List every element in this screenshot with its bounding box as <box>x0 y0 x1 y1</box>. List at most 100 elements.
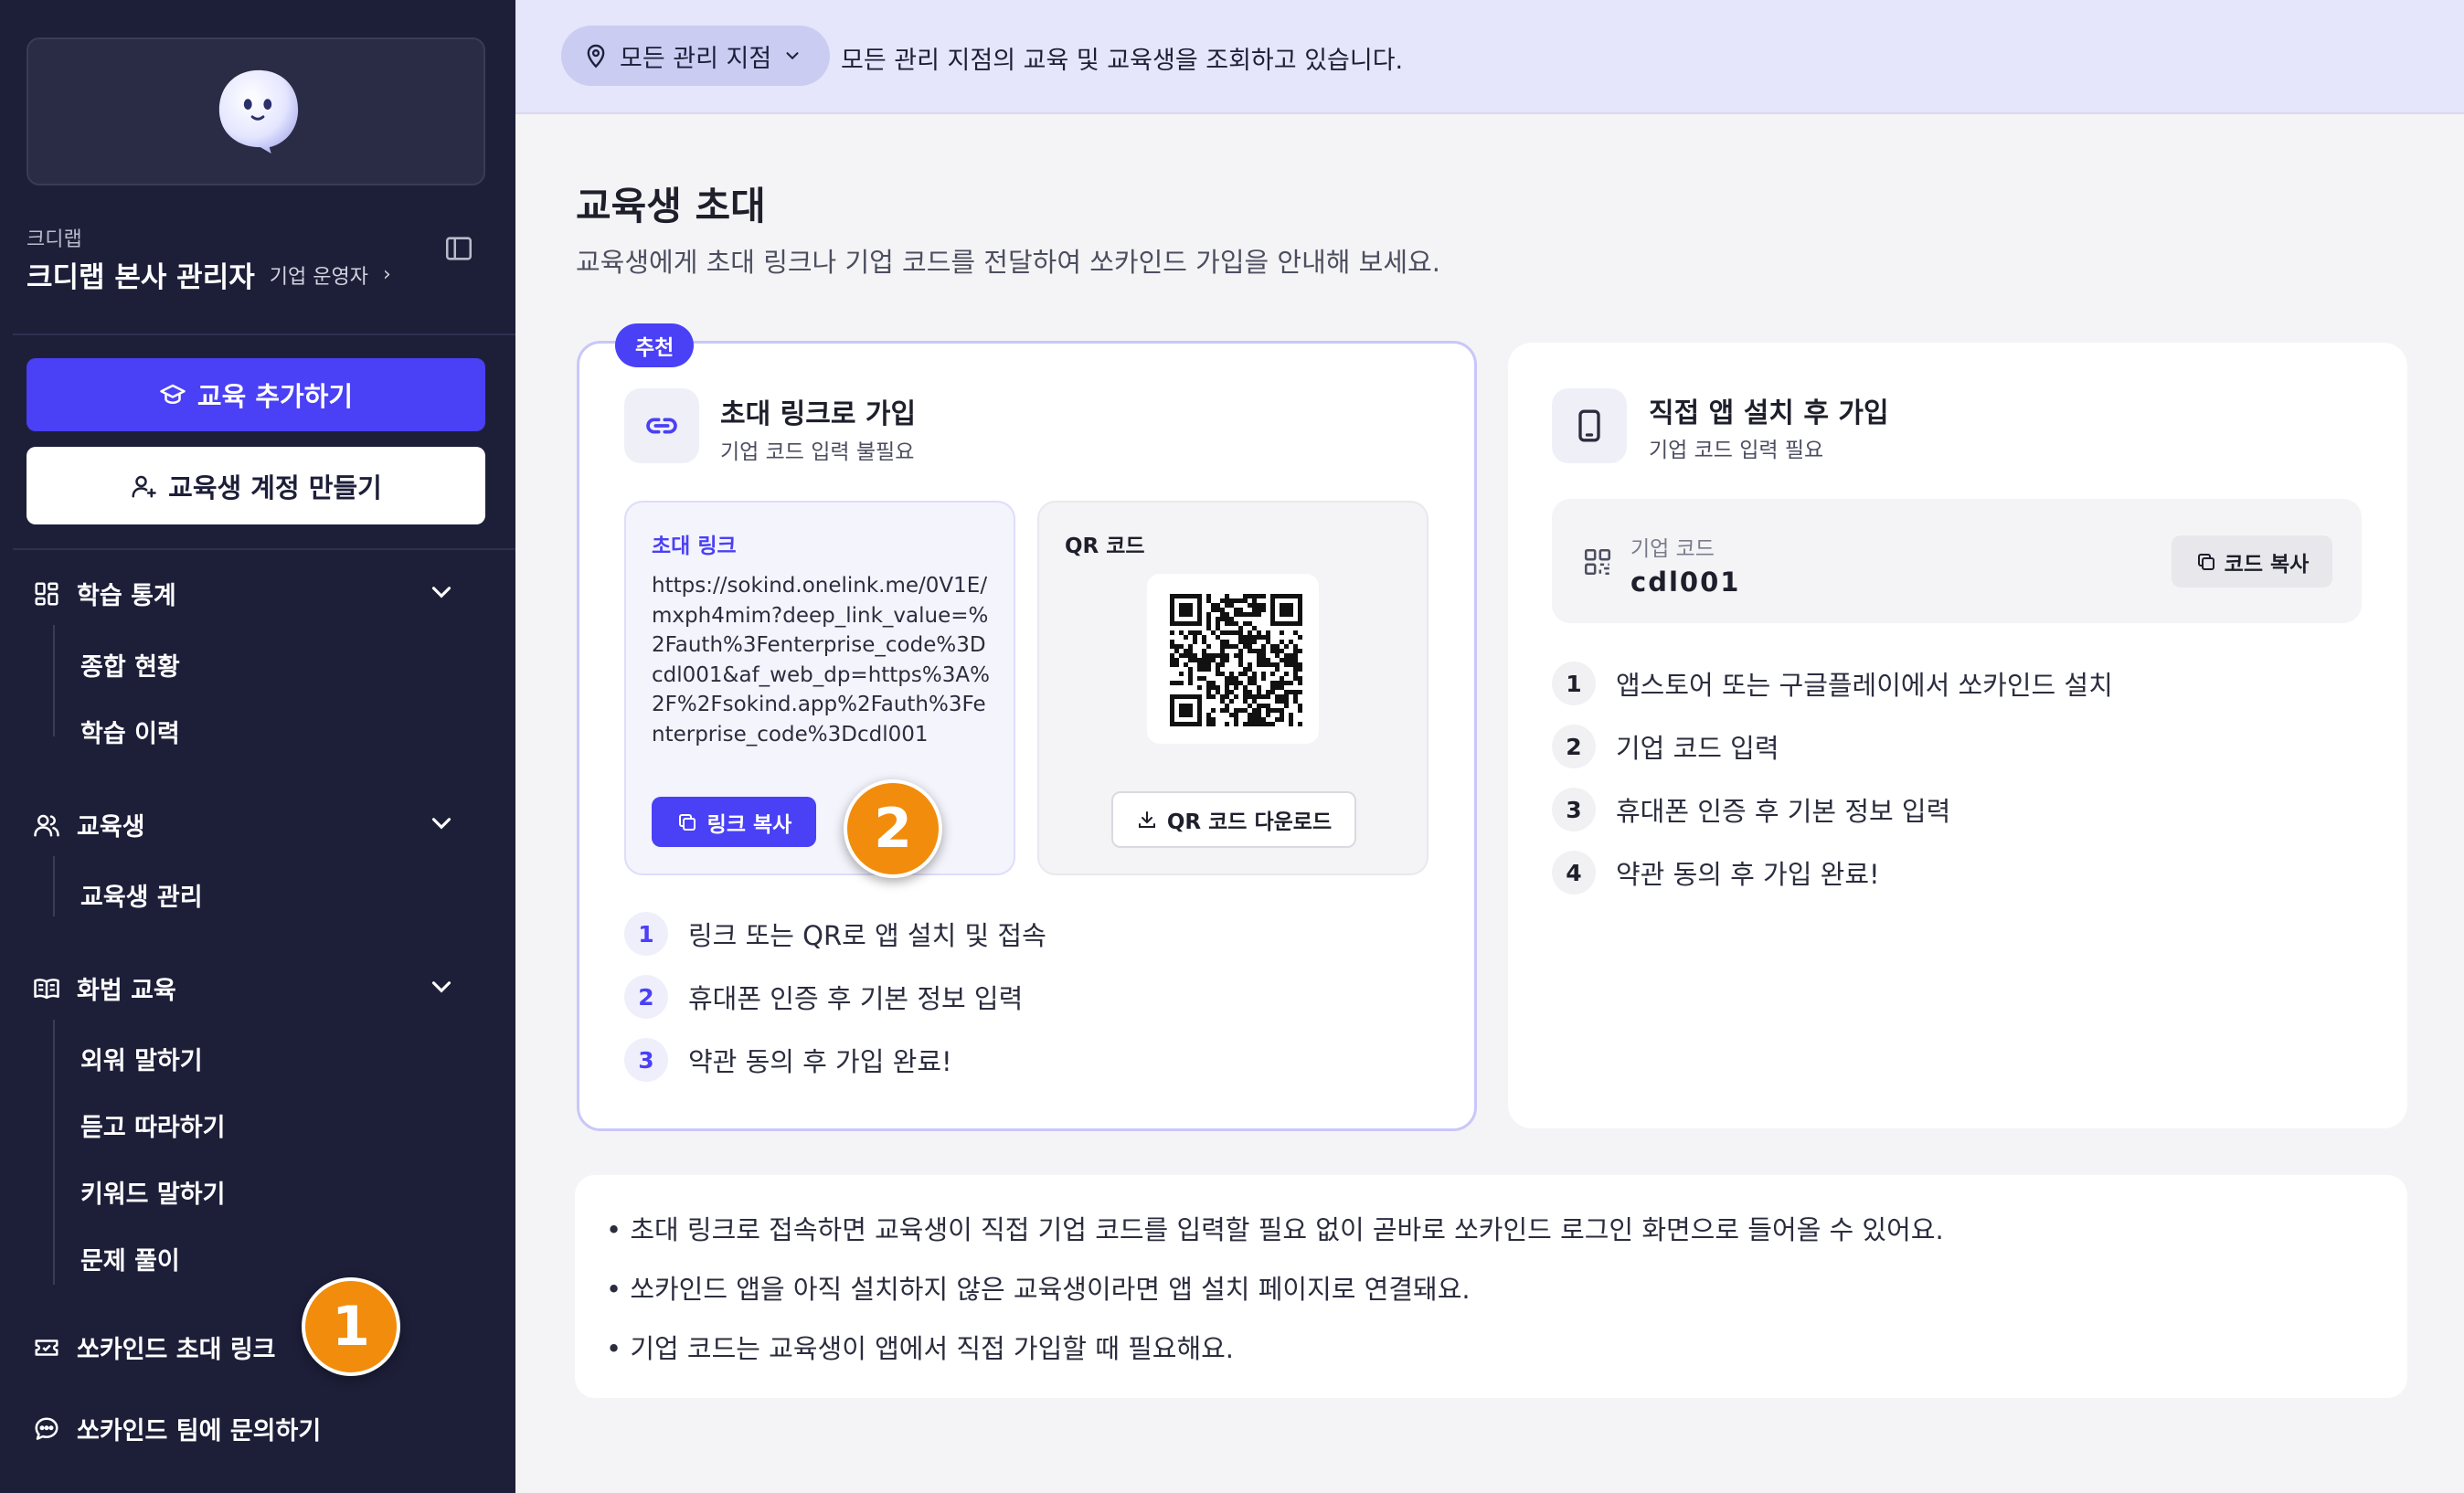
nav-invite-link-label: 쏘카인드 초대 링크 <box>77 1336 276 1364</box>
create-account-button[interactable]: 교육생 계정 만들기 <box>27 447 485 524</box>
step-marker-1: 1 <box>302 1277 400 1376</box>
nav-item-trainee-management[interactable]: 교육생 관리 <box>80 877 203 913</box>
invite-link-label: 초대 링크 <box>652 535 737 558</box>
chevron-down-icon <box>786 52 799 60</box>
info-note: • 초대 링크로 접속하면 교육생이 직접 기업 코드를 입력할 필요 없이 곧… <box>606 1214 1944 1245</box>
page-subtitle: 교육생에게 초대 링크나 기업 코드를 전달하여 쏘카인드 가입을 안내해 보세… <box>576 247 1440 278</box>
copy-icon <box>678 813 696 831</box>
step-number: 2 <box>624 975 668 1019</box>
step-text: 휴대폰 인증 후 기본 정보 입력 <box>1616 796 1951 827</box>
org-role: 기업 운영자 <box>269 265 368 289</box>
step-number: 1 <box>1552 662 1596 705</box>
app-step: 3 휴대폰 인증 후 기본 정보 입력 <box>1552 788 1950 831</box>
invite-step: 3 약관 동의 후 가입 완료! <box>624 1038 952 1082</box>
qr-small-icon <box>1584 548 1611 576</box>
add-education-label: 교육 추가하기 <box>196 381 354 412</box>
branch-selector-label: 모든 관리 지점 <box>620 44 772 73</box>
nav-section-label: 학습 통계 <box>77 582 176 610</box>
smartphone-icon <box>1578 409 1600 442</box>
enterprise-code-label: 기업 코드 <box>1630 537 1715 561</box>
nav-contact-label: 쏘카인드 팀에 문의하기 <box>77 1417 322 1445</box>
page-title: 교육생 초대 <box>576 184 766 228</box>
chevron-down-icon[interactable] <box>426 808 457 839</box>
qr-download-label: QR 코드 다운로드 <box>1166 810 1333 834</box>
step-text: 약관 동의 후 가입 완료! <box>688 1046 952 1077</box>
add-education-button[interactable]: 교육 추가하기 <box>27 358 485 431</box>
link-icon <box>646 418 677 434</box>
book-icon <box>34 978 59 999</box>
sidebar-divider <box>13 548 515 550</box>
app-card-title: 직접 앱 설치 후 가입 <box>1649 397 1889 429</box>
qr-download-button[interactable]: QR 코드 다운로드 <box>1111 791 1356 848</box>
step-number: 2 <box>1552 725 1596 768</box>
org-name: 크디랩 본사 관리자 <box>27 261 255 294</box>
nav-item-memorize-speaking[interactable]: 외워 말하기 <box>80 1041 203 1076</box>
sidebar: 크디랩 크디랩 본사 관리자 기업 운영자 › 교육 추가하기 교육생 계정 만… <box>0 0 515 1493</box>
users-icon <box>34 814 59 836</box>
nav-section-trainees[interactable]: 교육생 <box>33 807 145 842</box>
nav-tree-line <box>53 1020 55 1285</box>
copy-code-button[interactable]: 코드 복사 <box>2172 535 2332 588</box>
nav-item-learning-history[interactable]: 학습 이력 <box>80 714 180 749</box>
step-number: 3 <box>1552 788 1596 831</box>
nav-item-listen-repeat[interactable]: 듣고 따라하기 <box>80 1107 225 1143</box>
enterprise-code-value: cdl001 <box>1630 566 1741 598</box>
sidebar-divider <box>13 334 515 335</box>
nav-invite-link[interactable]: 쏘카인드 초대 링크 <box>33 1329 276 1365</box>
branch-scope-message: 모든 관리 지점의 교육 및 교육생을 조회하고 있습니다. <box>841 47 1404 75</box>
brand-logo-box[interactable] <box>27 37 485 185</box>
nav-item-overview[interactable]: 종합 현황 <box>80 647 180 683</box>
branch-selector[interactable]: 모든 관리 지점 <box>561 26 831 86</box>
phone-icon-box <box>1552 388 1627 463</box>
qr-code-image <box>1147 574 1319 744</box>
nav-tree-line <box>53 856 55 916</box>
chat-bubble-icon <box>35 1417 58 1440</box>
nav-tree-line <box>53 625 55 736</box>
info-note: • 기업 코드는 교육생이 앱에서 직접 가입할 때 필요해요. <box>606 1333 1235 1364</box>
invite-card-subtitle: 기업 코드 입력 불필요 <box>720 440 915 464</box>
step-number: 1 <box>624 912 668 956</box>
chevron-down-icon[interactable] <box>426 971 457 1002</box>
app-step: 4 약관 동의 후 가입 완료! <box>1552 851 1880 895</box>
chevron-down-icon[interactable] <box>426 577 457 608</box>
app-step: 2 기업 코드 입력 <box>1552 725 1779 768</box>
invite-link-url: https://sokind.onelink.me/0V1E/mxph4mim?… <box>652 574 990 746</box>
ticket-icon <box>35 1339 58 1356</box>
copy-code-label: 코드 복사 <box>2224 552 2310 577</box>
user-plus-icon <box>132 475 156 497</box>
nav-item-problem-solving[interactable]: 문제 풀이 <box>80 1241 180 1276</box>
topbar: 모든 관리 지점 모든 관리 지점의 교육 및 교육생을 조회하고 있습니다. <box>515 0 2464 114</box>
recommended-badge: 추천 <box>615 323 695 367</box>
step-text: 휴대폰 인증 후 기본 정보 입력 <box>688 983 1024 1014</box>
download-icon <box>1138 811 1155 828</box>
copy-link-button[interactable]: 링크 복사 <box>652 797 816 847</box>
nav-section-learning-stats[interactable]: 학습 통계 <box>33 576 176 611</box>
step-text: 앱스토어 또는 구글플레이에서 쏘카인드 설치 <box>1616 670 2113 701</box>
org-switcher[interactable]: 크디랩 본사 관리자 기업 운영자 › <box>27 254 391 295</box>
step-number: 4 <box>1552 851 1596 895</box>
chart-grid-icon <box>35 582 58 605</box>
location-pin-icon <box>587 44 605 69</box>
nav-section-speech-training[interactable]: 화법 교육 <box>33 970 176 1006</box>
step-number: 3 <box>624 1038 668 1082</box>
step-text: 링크 또는 QR로 앱 설치 및 접속 <box>688 920 1046 951</box>
qr-code-icon <box>1170 594 1302 726</box>
step-text: 기업 코드 입력 <box>1616 733 1779 764</box>
nav-item-keyword-speaking[interactable]: 키워드 말하기 <box>80 1174 225 1210</box>
invite-step: 2 휴대폰 인증 후 기본 정보 입력 <box>624 975 1023 1019</box>
copy-link-label: 링크 복사 <box>706 812 792 837</box>
nav-section-label: 화법 교육 <box>77 977 176 1005</box>
link-icon-box <box>624 388 699 463</box>
mascot-logo-icon <box>218 69 299 154</box>
invite-card-title: 초대 링크로 가입 <box>720 398 917 430</box>
step-marker-2: 2 <box>844 779 942 878</box>
chevron-right-icon: › <box>382 263 391 286</box>
app-card-subtitle: 기업 코드 입력 필요 <box>1649 439 1824 462</box>
sidebar-collapse-icon[interactable] <box>443 233 474 264</box>
nav-section-label: 교육생 <box>77 813 145 842</box>
nav-contact-team[interactable]: 쏘카인드 팀에 문의하기 <box>33 1411 321 1446</box>
info-note: • 쏘카인드 앱을 아직 설치하지 않은 교육생이라면 앱 설치 페이지로 연결… <box>606 1274 1471 1305</box>
invite-step: 1 링크 또는 QR로 앱 설치 및 접속 <box>624 912 1046 956</box>
qr-label: QR 코드 <box>1065 535 1145 558</box>
create-account-label: 교육생 계정 만들기 <box>168 471 382 503</box>
